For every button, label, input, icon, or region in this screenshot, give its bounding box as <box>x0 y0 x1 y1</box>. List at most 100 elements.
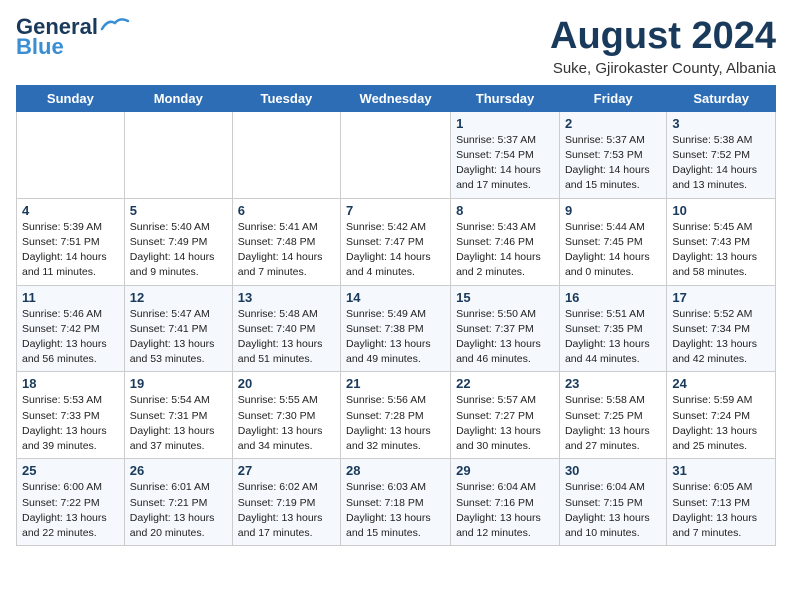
day-cell-2: 2Sunrise: 5:37 AM Sunset: 7:53 PM Daylig… <box>559 111 666 198</box>
day-number: 9 <box>565 203 661 218</box>
day-cell-28: 28 Sunrise: 6:03 AM Sunset: 7:18 PM Dayli… <box>341 459 451 546</box>
day-cell-7: 7 Sunrise: 5:42 AM Sunset: 7:47 PM Daylig… <box>341 198 451 285</box>
day-number: 6 <box>238 203 335 218</box>
day-number: 25 <box>22 463 119 478</box>
day-info: Sunrise: 5:49 AM Sunset: 7:38 PM Dayligh… <box>346 307 445 368</box>
day-cell-1: 1 Sunrise: 5:37 AM Sunset: 7:54 PM Daylig… <box>451 111 560 198</box>
day-cell-8: 8Sunrise: 5:43 AM Sunset: 7:46 PM Daylig… <box>451 198 560 285</box>
day-cell-5: 5 Sunrise: 5:40 AM Sunset: 7:49 PM Daylig… <box>124 198 232 285</box>
day-number: 29 <box>456 463 554 478</box>
day-number: 20 <box>238 376 335 391</box>
day-number: 12 <box>130 290 227 305</box>
month-title: August 2024 <box>550 16 776 58</box>
day-number: 13 <box>238 290 335 305</box>
day-info: Sunrise: 5:40 AM Sunset: 7:49 PM Dayligh… <box>130 220 227 281</box>
day-info: Sunrise: 6:01 AM Sunset: 7:21 PM Dayligh… <box>130 480 227 541</box>
day-info: Sunrise: 5:46 AM Sunset: 7:42 PM Dayligh… <box>22 307 119 368</box>
day-cell-23: 23 Sunrise: 5:58 AM Sunset: 7:25 PM Dayli… <box>559 372 666 459</box>
day-info: Sunrise: 5:37 AM Sunset: 7:54 PM Dayligh… <box>456 133 554 194</box>
day-cell-9: 9 Sunrise: 5:44 AM Sunset: 7:45 PM Daylig… <box>559 198 666 285</box>
day-cell-18: 18 Sunrise: 5:53 AM Sunset: 7:33 PM Dayli… <box>17 372 125 459</box>
day-number: 21 <box>346 376 445 391</box>
day-number: 22 <box>456 376 554 391</box>
day-cell-31: 31 Sunrise: 6:05 AM Sunset: 7:13 PM Dayli… <box>667 459 776 546</box>
day-info: Sunrise: 5:56 AM Sunset: 7:28 PM Dayligh… <box>346 393 445 454</box>
day-info: Sunrise: 6:03 AM Sunset: 7:18 PM Dayligh… <box>346 480 445 541</box>
day-info: Sunrise: 5:37 AM Sunset: 7:53 PM Dayligh… <box>565 133 661 194</box>
day-cell-29: 29 Sunrise: 6:04 AM Sunset: 7:16 PM Dayli… <box>451 459 560 546</box>
day-info: Sunrise: 5:42 AM Sunset: 7:47 PM Dayligh… <box>346 220 445 281</box>
logo: General Blue <box>16 16 130 58</box>
empty-cell <box>17 111 125 198</box>
day-cell-11: 11Sunrise: 5:46 AM Sunset: 7:42 PM Dayli… <box>17 285 125 372</box>
day-cell-14: 14 Sunrise: 5:49 AM Sunset: 7:38 PM Dayli… <box>341 285 451 372</box>
day-info: Sunrise: 5:59 AM Sunset: 7:24 PM Dayligh… <box>672 393 770 454</box>
day-cell-4: 4Sunrise: 5:39 AM Sunset: 7:51 PM Daylig… <box>17 198 125 285</box>
logo-blue-text: Blue <box>16 36 64 58</box>
empty-cell <box>124 111 232 198</box>
day-number: 17 <box>672 290 770 305</box>
day-info: Sunrise: 5:52 AM Sunset: 7:34 PM Dayligh… <box>672 307 770 368</box>
day-number: 23 <box>565 376 661 391</box>
day-cell-13: 13Sunrise: 5:48 AM Sunset: 7:40 PM Dayli… <box>232 285 340 372</box>
calendar-table: SundayMondayTuesdayWednesdayThursdayFrid… <box>16 85 776 546</box>
day-number: 14 <box>346 290 445 305</box>
weekday-header-tuesday: Tuesday <box>232 85 340 111</box>
weekday-header-sunday: Sunday <box>17 85 125 111</box>
page-header: General Blue August 2024 Suke, Gjirokast… <box>16 16 776 77</box>
day-number: 16 <box>565 290 661 305</box>
weekday-header-saturday: Saturday <box>667 85 776 111</box>
day-cell-3: 3Sunrise: 5:38 AM Sunset: 7:52 PM Daylig… <box>667 111 776 198</box>
day-cell-30: 30Sunrise: 6:04 AM Sunset: 7:15 PM Dayli… <box>559 459 666 546</box>
day-number: 5 <box>130 203 227 218</box>
weekday-header-wednesday: Wednesday <box>341 85 451 111</box>
day-info: Sunrise: 6:05 AM Sunset: 7:13 PM Dayligh… <box>672 480 770 541</box>
day-number: 7 <box>346 203 445 218</box>
day-info: Sunrise: 5:55 AM Sunset: 7:30 PM Dayligh… <box>238 393 335 454</box>
calendar-body: 1 Sunrise: 5:37 AM Sunset: 7:54 PM Daylig… <box>17 111 776 545</box>
day-info: Sunrise: 5:50 AM Sunset: 7:37 PM Dayligh… <box>456 307 554 368</box>
day-number: 1 <box>456 116 554 131</box>
day-info: Sunrise: 5:58 AM Sunset: 7:25 PM Dayligh… <box>565 393 661 454</box>
day-info: Sunrise: 5:43 AM Sunset: 7:46 PM Dayligh… <box>456 220 554 281</box>
day-cell-16: 16 Sunrise: 5:51 AM Sunset: 7:35 PM Dayli… <box>559 285 666 372</box>
day-cell-6: 6Sunrise: 5:41 AM Sunset: 7:48 PM Daylig… <box>232 198 340 285</box>
week-row-4: 18 Sunrise: 5:53 AM Sunset: 7:33 PM Dayli… <box>17 372 776 459</box>
day-info: Sunrise: 5:57 AM Sunset: 7:27 PM Dayligh… <box>456 393 554 454</box>
day-cell-20: 20 Sunrise: 5:55 AM Sunset: 7:30 PM Dayli… <box>232 372 340 459</box>
day-number: 28 <box>346 463 445 478</box>
day-number: 31 <box>672 463 770 478</box>
day-info: Sunrise: 6:04 AM Sunset: 7:16 PM Dayligh… <box>456 480 554 541</box>
day-cell-17: 17 Sunrise: 5:52 AM Sunset: 7:34 PM Dayli… <box>667 285 776 372</box>
day-info: Sunrise: 5:51 AM Sunset: 7:35 PM Dayligh… <box>565 307 661 368</box>
week-row-2: 4Sunrise: 5:39 AM Sunset: 7:51 PM Daylig… <box>17 198 776 285</box>
day-info: Sunrise: 5:54 AM Sunset: 7:31 PM Dayligh… <box>130 393 227 454</box>
day-number: 19 <box>130 376 227 391</box>
day-number: 15 <box>456 290 554 305</box>
day-number: 26 <box>130 463 227 478</box>
day-number: 27 <box>238 463 335 478</box>
empty-cell <box>341 111 451 198</box>
week-row-3: 11Sunrise: 5:46 AM Sunset: 7:42 PM Dayli… <box>17 285 776 372</box>
day-cell-27: 27Sunrise: 6:02 AM Sunset: 7:19 PM Dayli… <box>232 459 340 546</box>
day-info: Sunrise: 5:45 AM Sunset: 7:43 PM Dayligh… <box>672 220 770 281</box>
day-cell-15: 15 Sunrise: 5:50 AM Sunset: 7:37 PM Dayli… <box>451 285 560 372</box>
day-cell-26: 26 Sunrise: 6:01 AM Sunset: 7:21 PM Dayli… <box>124 459 232 546</box>
day-number: 18 <box>22 376 119 391</box>
day-info: Sunrise: 5:47 AM Sunset: 7:41 PM Dayligh… <box>130 307 227 368</box>
week-row-1: 1 Sunrise: 5:37 AM Sunset: 7:54 PM Daylig… <box>17 111 776 198</box>
day-cell-24: 24 Sunrise: 5:59 AM Sunset: 7:24 PM Dayli… <box>667 372 776 459</box>
day-cell-21: 21 Sunrise: 5:56 AM Sunset: 7:28 PM Dayli… <box>341 372 451 459</box>
day-cell-22: 22 Sunrise: 5:57 AM Sunset: 7:27 PM Dayli… <box>451 372 560 459</box>
title-block: August 2024 Suke, Gjirokaster County, Al… <box>550 16 776 77</box>
weekday-header-thursday: Thursday <box>451 85 560 111</box>
day-number: 24 <box>672 376 770 391</box>
day-info: Sunrise: 5:53 AM Sunset: 7:33 PM Dayligh… <box>22 393 119 454</box>
day-info: Sunrise: 5:44 AM Sunset: 7:45 PM Dayligh… <box>565 220 661 281</box>
day-number: 30 <box>565 463 661 478</box>
week-row-5: 25Sunrise: 6:00 AM Sunset: 7:22 PM Dayli… <box>17 459 776 546</box>
day-cell-19: 19 Sunrise: 5:54 AM Sunset: 7:31 PM Dayli… <box>124 372 232 459</box>
day-number: 10 <box>672 203 770 218</box>
weekday-header-row: SundayMondayTuesdayWednesdayThursdayFrid… <box>17 85 776 111</box>
day-info: Sunrise: 5:38 AM Sunset: 7:52 PM Dayligh… <box>672 133 770 194</box>
